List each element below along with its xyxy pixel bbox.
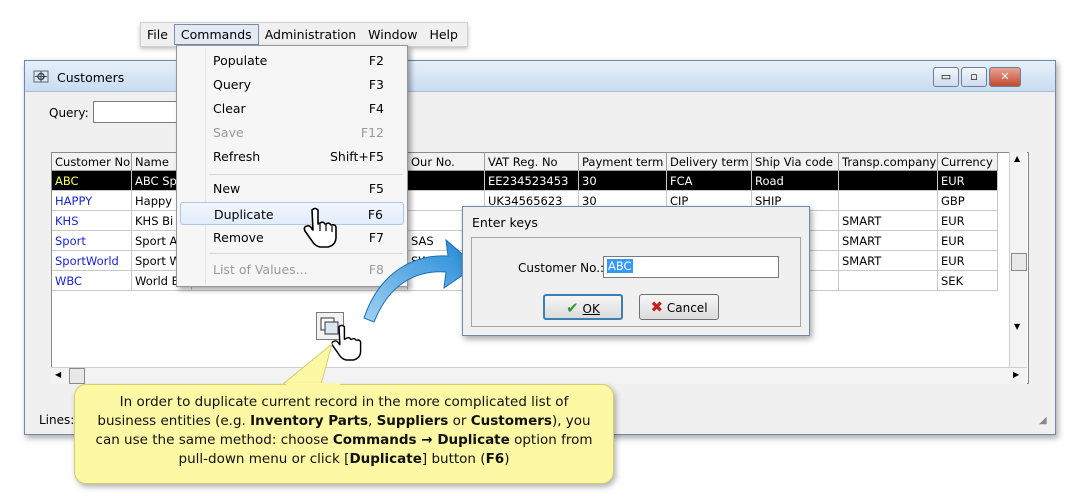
table-cell[interactable]: WBC bbox=[52, 271, 132, 291]
minimize-icon[interactable]: ▭ bbox=[933, 67, 959, 87]
table-cell[interactable]: KHS bbox=[52, 211, 132, 231]
query-label: Query: bbox=[49, 106, 89, 120]
checkmark-icon: ✔ bbox=[566, 299, 579, 317]
menu-item-duplicate[interactable]: Duplicate F6 bbox=[180, 202, 404, 225]
horizontal-scrollbar[interactable]: ◀ ▶ bbox=[51, 367, 1027, 384]
table-cell[interactable]: 30 bbox=[579, 171, 667, 191]
ok-button[interactable]: ✔ OK bbox=[543, 294, 623, 320]
maximize-icon[interactable]: ▫ bbox=[961, 67, 987, 87]
menu-item-query[interactable]: Query F3 bbox=[180, 73, 404, 96]
enter-keys-dialog: Enter keys Customer No.: ABC ✔ OK ✖ Canc… bbox=[462, 206, 810, 336]
menu-help[interactable]: Help bbox=[423, 25, 464, 44]
column-header[interactable]: Delivery term bbox=[667, 153, 752, 171]
column-header[interactable]: Currency bbox=[938, 153, 998, 171]
column-header[interactable]: Ship Via code bbox=[752, 153, 839, 171]
menu-file[interactable]: File bbox=[141, 25, 174, 44]
table-cell[interactable]: SMART bbox=[839, 211, 938, 231]
scroll-right-icon[interactable]: ▶ bbox=[1013, 370, 1019, 379]
table-cell[interactable]: EUR bbox=[938, 231, 998, 251]
scroll-up-icon[interactable]: ▲ bbox=[1014, 154, 1020, 163]
column-header[interactable]: Transp.company bbox=[839, 153, 938, 171]
table-cell[interactable]: GBP bbox=[938, 191, 998, 211]
scroll-down-icon[interactable]: ▼ bbox=[1014, 322, 1020, 331]
table-cell[interactable]: ABC bbox=[52, 171, 132, 191]
close-icon[interactable]: ✕ bbox=[989, 67, 1021, 87]
menu-separator bbox=[209, 174, 403, 175]
column-header[interactable]: VAT Reg. No bbox=[485, 153, 579, 171]
menu-item-refresh[interactable]: Refresh Shift+F5 bbox=[180, 145, 404, 168]
horizontal-scroll-thumb[interactable] bbox=[69, 368, 85, 384]
callout-box: In order to duplicate current record in … bbox=[74, 384, 614, 484]
menu-window[interactable]: Window bbox=[362, 25, 423, 44]
table-cell[interactable]: EUR bbox=[938, 171, 998, 191]
dialog-panel bbox=[471, 237, 801, 327]
menu-item-save[interactable]: Save F12 bbox=[180, 121, 404, 144]
table-cell[interactable]: SportWorld bbox=[52, 251, 132, 271]
hand-cursor-icon bbox=[302, 206, 342, 251]
cancel-label: Cancel bbox=[666, 301, 708, 315]
menu-item-populate[interactable]: Populate F2 bbox=[180, 49, 404, 72]
menu-item-clear[interactable]: Clear F4 bbox=[180, 97, 404, 120]
table-cell[interactable]: EUR bbox=[938, 211, 998, 231]
resize-grip-icon[interactable]: ◢ bbox=[1039, 415, 1047, 426]
table-cell[interactable]: Road bbox=[752, 171, 839, 191]
menubar: File Commands Administration Window Help bbox=[140, 22, 468, 47]
column-header[interactable]: Payment term bbox=[579, 153, 667, 171]
callout-seam bbox=[286, 383, 340, 386]
menu-commands[interactable]: Commands bbox=[173, 24, 259, 45]
menu-administration[interactable]: Administration bbox=[259, 25, 362, 44]
window-title: Customers bbox=[57, 70, 125, 85]
table-cell[interactable]: FCA bbox=[667, 171, 752, 191]
menu-item-new[interactable]: New F5 bbox=[180, 177, 404, 200]
ok-label: OK bbox=[582, 302, 600, 316]
table-cell[interactable] bbox=[839, 171, 938, 191]
table-cell[interactable] bbox=[839, 271, 938, 291]
lines-label: Lines: bbox=[39, 413, 75, 427]
column-header[interactable]: Our No. bbox=[408, 153, 485, 171]
table-cell[interactable]: EUR bbox=[938, 251, 998, 271]
table-cell[interactable]: SMART bbox=[839, 231, 938, 251]
column-header[interactable]: Customer No. bbox=[52, 153, 132, 171]
app-icon bbox=[33, 68, 49, 84]
dialog-title: Enter keys bbox=[472, 215, 538, 230]
vertical-scroll-thumb[interactable] bbox=[1011, 253, 1027, 271]
table-cell[interactable] bbox=[408, 171, 485, 191]
table-cell[interactable] bbox=[839, 191, 938, 211]
customer-no-label: Customer No.: bbox=[518, 261, 605, 275]
table-cell[interactable]: SMART bbox=[839, 251, 938, 271]
cancel-x-icon: ✖ bbox=[650, 298, 664, 316]
table-cell[interactable]: Sport bbox=[52, 231, 132, 251]
customer-no-value[interactable]: ABC bbox=[607, 259, 633, 273]
callout-text: In order to duplicate current record in … bbox=[95, 394, 593, 467]
table-cell[interactable]: HAPPY bbox=[52, 191, 132, 211]
table-cell[interactable]: EE234523453 bbox=[485, 171, 579, 191]
table-cell[interactable]: SEK bbox=[938, 271, 998, 291]
scroll-left-icon[interactable]: ◀ bbox=[55, 370, 61, 379]
cancel-button[interactable]: ✖ Cancel bbox=[639, 294, 719, 320]
